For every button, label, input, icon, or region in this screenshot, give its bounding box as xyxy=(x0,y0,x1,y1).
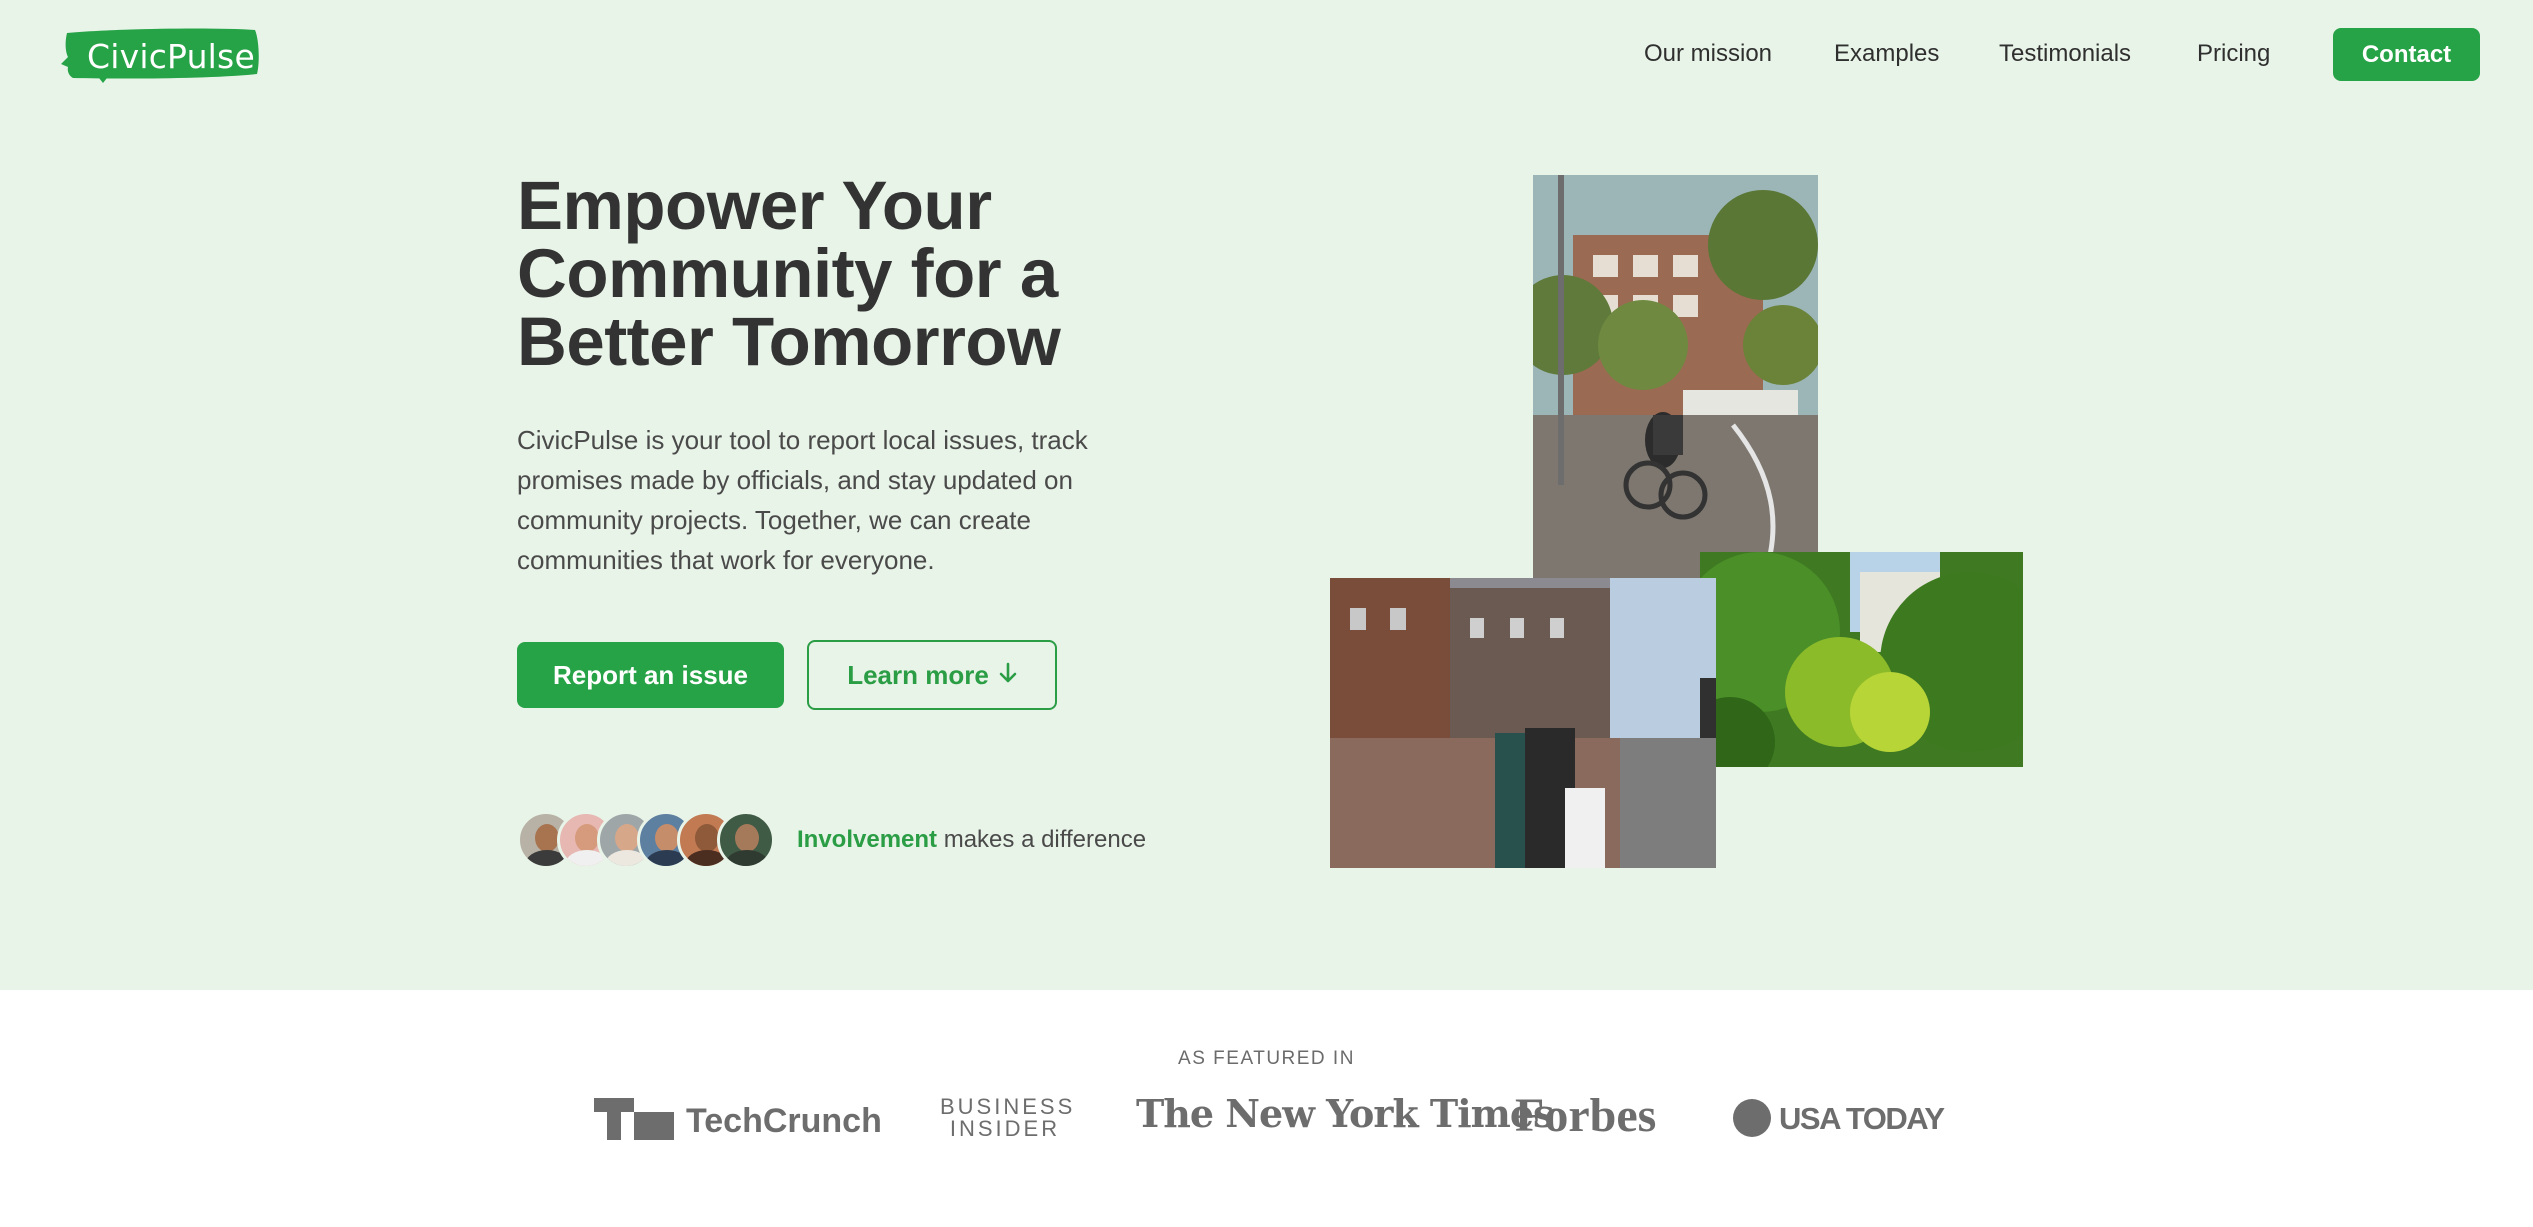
involvement-rest: makes a difference xyxy=(937,826,1147,853)
photo-greenery xyxy=(1700,552,2023,767)
learn-more-label: Learn more xyxy=(847,659,989,690)
techcrunch-mark-icon xyxy=(594,1098,674,1140)
business-insider-line-2: INSIDER xyxy=(949,1116,1061,1141)
usa-today-text: USA TODAY xyxy=(1779,1101,1945,1136)
learn-more-button[interactable]: Learn more xyxy=(807,640,1057,710)
nav-testimonials[interactable]: Testimonials xyxy=(1999,40,2131,68)
forbes-logo: Forbes xyxy=(1515,1089,1657,1142)
nav-examples[interactable]: Examples xyxy=(1834,40,1939,68)
business-insider-line-1: BUSINESS xyxy=(940,1094,1076,1119)
nyt-logo: The New York Times xyxy=(1136,1091,1554,1136)
business-insider-logo: BUSINESS INSIDER xyxy=(940,1094,1076,1141)
nav-our-mission[interactable]: Our mission xyxy=(1644,40,1772,68)
avatar xyxy=(717,811,775,869)
usa-today-circle-icon xyxy=(1733,1099,1771,1137)
techcrunch-text: TechCrunch xyxy=(686,1102,882,1140)
headline-line-1: Empower Your xyxy=(517,167,992,244)
photo-street xyxy=(1330,578,1716,868)
headline-line-3: Better Tomorrow xyxy=(517,303,1061,380)
involvement-text: Involvement makes a difference xyxy=(797,826,1146,854)
civicpulse-logo[interactable]: CivicPulse xyxy=(59,27,261,83)
involvement-highlight: Involvement xyxy=(797,826,938,853)
report-issue-button[interactable]: Report an issue xyxy=(517,642,784,708)
featured-label: AS FEATURED IN xyxy=(1178,1048,1355,1069)
headline-line-2: Community for a xyxy=(517,235,1058,312)
hero-subtext: CivicPulse is your tool to report local … xyxy=(517,425,1088,575)
photo-cyclist xyxy=(1533,175,1818,580)
logo-text: CivicPulse xyxy=(87,37,255,76)
nav-pricing[interactable]: Pricing xyxy=(2197,40,2270,68)
avatar-group xyxy=(517,811,777,869)
arrow-down-icon xyxy=(999,660,1017,691)
contact-button[interactable]: Contact xyxy=(2333,28,2480,81)
hero-section: CivicPulse Our mission Examples Testimon… xyxy=(0,0,2533,990)
hero-headline: Empower Your Community for a Better Tomo… xyxy=(517,167,1217,380)
